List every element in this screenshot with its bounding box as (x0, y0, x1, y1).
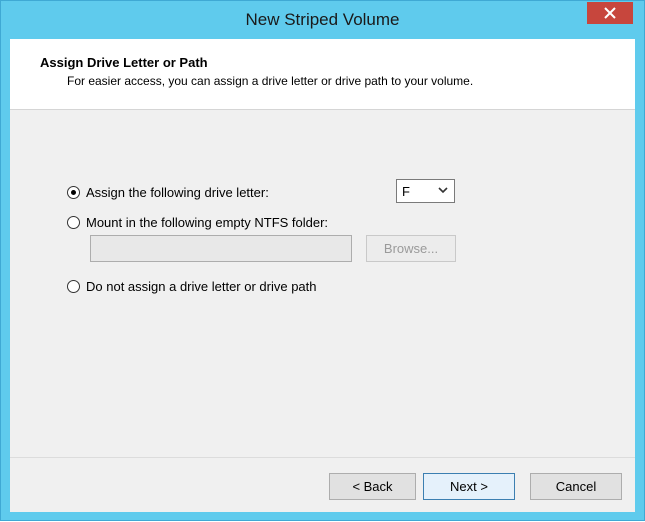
page-title: Assign Drive Letter or Path (40, 55, 208, 70)
mount-folder-label: Mount in the following empty NTFS folder… (86, 215, 329, 230)
title-bar[interactable]: New Striped Volume (1, 1, 644, 39)
chevron-down-icon (438, 187, 448, 194)
drive-letter-select[interactable]: F (396, 179, 455, 203)
browse-button[interactable]: Browse... (366, 235, 456, 262)
no-assign-radio[interactable] (67, 280, 80, 293)
back-button[interactable]: < Back (329, 473, 416, 500)
window-title: New Striped Volume (245, 10, 400, 29)
footer-divider (10, 457, 635, 458)
folder-path-input[interactable] (90, 235, 352, 262)
mount-folder-option[interactable]: Mount in the following empty NTFS folder… (67, 215, 328, 230)
close-button[interactable] (587, 2, 633, 24)
wizard-header: Assign Drive Letter or Path For easier a… (10, 39, 635, 110)
assign-letter-radio[interactable] (67, 186, 80, 199)
drive-letter-value: F (402, 183, 410, 199)
cancel-button[interactable]: Cancel (530, 473, 622, 500)
dialog-client-area: Assign Drive Letter or Path For easier a… (10, 39, 635, 512)
assign-letter-label: Assign the following drive letter: (86, 185, 269, 200)
close-icon (604, 7, 616, 19)
assign-letter-option[interactable]: Assign the following drive letter: (67, 185, 269, 200)
mount-folder-radio[interactable] (67, 216, 80, 229)
no-assign-label: Do not assign a drive letter or drive pa… (86, 279, 317, 294)
dialog-window: New Striped Volume Assign Drive Letter o… (0, 0, 645, 521)
no-assign-option[interactable]: Do not assign a drive letter or drive pa… (67, 279, 317, 294)
page-subtitle: For easier access, you can assign a driv… (67, 74, 474, 88)
next-button[interactable]: Next > (423, 473, 515, 500)
